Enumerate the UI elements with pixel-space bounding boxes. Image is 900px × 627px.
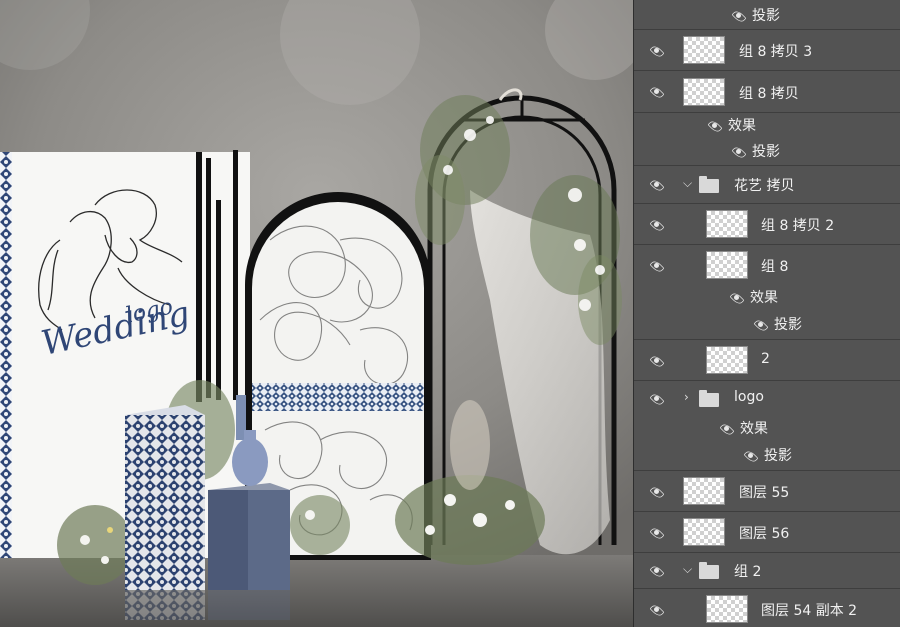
layers-panel: 投影 组 8 拷贝 3 组 8 拷贝 效果 投影 ⌵ 花艺 拷贝 组 8 拷贝 … bbox=[633, 0, 900, 627]
layer-row[interactable]: 图层 54 副本 2 bbox=[634, 589, 900, 627]
layer-label: logo bbox=[734, 389, 764, 405]
layer-row[interactable]: 组 8 拷贝 2 bbox=[634, 204, 900, 245]
layer-label: 投影 bbox=[764, 448, 792, 464]
layer-thumbnail bbox=[683, 78, 725, 106]
folder-icon bbox=[699, 390, 719, 407]
layer-row[interactable]: 组 8 bbox=[634, 245, 900, 285]
layer-label: 图层 54 副本 2 bbox=[761, 603, 858, 619]
eye-icon[interactable] bbox=[648, 565, 666, 577]
layer-thumbnail bbox=[706, 346, 748, 374]
eye-icon[interactable] bbox=[728, 292, 746, 304]
layer-effect-row[interactable]: 投影 bbox=[634, 310, 900, 340]
layer-label: 投影 bbox=[774, 317, 802, 333]
eye-icon[interactable] bbox=[648, 179, 666, 191]
eye-icon[interactable] bbox=[648, 527, 666, 539]
layer-group-row[interactable]: ⌵ 花艺 拷贝 bbox=[634, 166, 900, 204]
layer-label: 投影 bbox=[752, 8, 780, 24]
eye-icon[interactable] bbox=[648, 45, 666, 57]
layer-thumbnail bbox=[706, 595, 748, 623]
layer-label: 效果 bbox=[740, 421, 768, 437]
layer-label: 效果 bbox=[750, 290, 778, 306]
layer-effect-row[interactable]: 效果 bbox=[634, 416, 900, 441]
layer-label: 图层 56 bbox=[739, 526, 790, 542]
layer-effect-row[interactable]: 投影 bbox=[634, 138, 900, 166]
chevron-down-icon[interactable]: ⌵ bbox=[683, 176, 692, 191]
layer-label: 2 bbox=[761, 351, 770, 367]
navy-pedestal bbox=[208, 483, 290, 590]
eye-icon[interactable] bbox=[718, 423, 736, 435]
layer-effect-row[interactable]: 投影 bbox=[634, 0, 900, 30]
eye-icon[interactable] bbox=[648, 86, 666, 98]
eye-icon[interactable] bbox=[648, 260, 666, 272]
document-canvas[interactable]: Wedding logo bbox=[0, 0, 633, 627]
chevron-right-icon[interactable]: › bbox=[684, 390, 689, 404]
eye-icon[interactable] bbox=[648, 604, 666, 616]
layer-group-row[interactable]: ⌵ 组 2 bbox=[634, 553, 900, 589]
eye-icon[interactable] bbox=[648, 219, 666, 231]
layer-thumbnail bbox=[683, 477, 725, 505]
layer-row[interactable]: 组 8 拷贝 bbox=[634, 71, 900, 113]
eye-icon[interactable] bbox=[648, 393, 666, 405]
layer-label: 组 8 拷贝 2 bbox=[761, 218, 835, 234]
eye-icon[interactable] bbox=[730, 146, 748, 158]
folder-icon bbox=[699, 176, 719, 193]
eye-icon[interactable] bbox=[730, 10, 748, 22]
eye-icon[interactable] bbox=[648, 486, 666, 498]
layer-label: 投影 bbox=[752, 144, 780, 160]
layer-label: 花艺 拷贝 bbox=[734, 178, 795, 194]
photoshop-window: Wedding logo 投影 组 8 拷贝 3 组 8 拷贝 效果 投影 ⌵ … bbox=[0, 0, 900, 627]
layer-thumbnail bbox=[706, 210, 748, 238]
tiled-pedestal bbox=[125, 405, 205, 590]
layer-label: 图层 55 bbox=[739, 485, 790, 501]
layer-row[interactable]: 组 8 拷贝 3 bbox=[634, 30, 900, 71]
layer-thumbnail bbox=[683, 36, 725, 64]
eye-icon[interactable] bbox=[752, 319, 770, 331]
eye-icon[interactable] bbox=[742, 450, 760, 462]
folder-icon bbox=[699, 562, 719, 579]
layer-row[interactable]: 2 bbox=[634, 340, 900, 381]
layer-label: 组 8 拷贝 bbox=[739, 86, 799, 102]
layer-thumbnail bbox=[706, 251, 748, 279]
chevron-down-icon[interactable]: ⌵ bbox=[683, 562, 692, 577]
layer-effect-row[interactable]: 效果 bbox=[634, 113, 900, 138]
eye-icon[interactable] bbox=[706, 120, 724, 132]
layer-effect-row[interactable]: 投影 bbox=[634, 441, 900, 471]
layer-group-row[interactable]: › logo bbox=[634, 381, 900, 416]
layer-row[interactable]: 图层 55 bbox=[634, 471, 900, 512]
eye-icon[interactable] bbox=[648, 355, 666, 367]
layer-label: 组 2 bbox=[734, 564, 762, 580]
layer-label: 组 8 拷贝 3 bbox=[739, 44, 813, 60]
layer-effect-row[interactable]: 效果 bbox=[634, 285, 900, 310]
layer-thumbnail bbox=[683, 518, 725, 546]
layer-label: 组 8 bbox=[761, 259, 789, 275]
layer-label: 效果 bbox=[728, 118, 756, 134]
layer-row[interactable]: 图层 56 bbox=[634, 512, 900, 553]
